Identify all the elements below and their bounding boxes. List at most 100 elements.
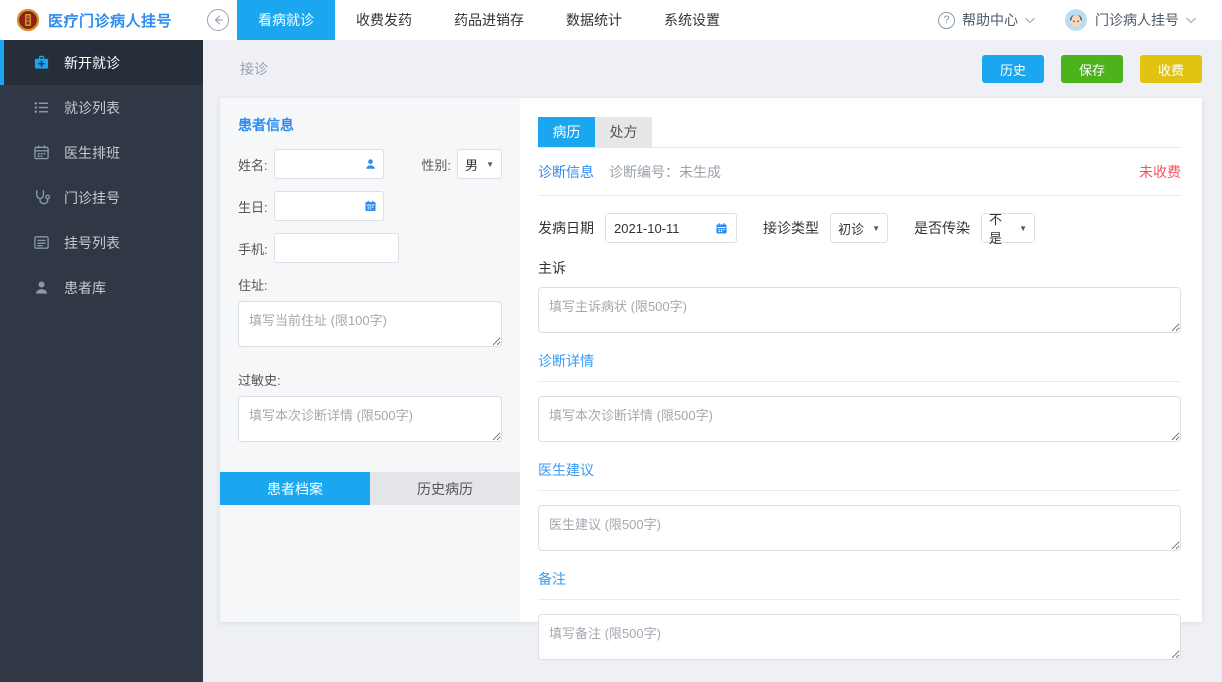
nav-tab-label: 药品进销存 (454, 10, 524, 30)
tab-label: 历史病历 (417, 479, 473, 499)
nav-tab-label: 收费发药 (356, 10, 412, 30)
patient-tabs: 患者档案 历史病历 (220, 472, 520, 505)
tab-label: 患者档案 (267, 479, 323, 499)
sidebar-item-label: 患者库 (64, 278, 106, 298)
sidebar-item-outpatient-register[interactable]: 门诊挂号 (0, 175, 203, 220)
chief-complaint-textarea[interactable] (538, 287, 1181, 333)
sidebar-item-register-list[interactable]: 挂号列表 (0, 220, 203, 265)
birthday-row: 生日: (238, 191, 502, 221)
tab-medical-record[interactable]: 病历 (538, 117, 595, 147)
allergy-textarea[interactable] (238, 396, 502, 442)
remark-label: 备注 (538, 554, 1181, 600)
birthday-label: 生日: (238, 197, 268, 216)
diagnosis-info-row: 诊断信息 诊断编号：未生成 未收费 (538, 148, 1181, 196)
record-controls-row: 发病日期 2021-10-11 接诊类型 初诊 ▼ 是否传染 不是 ▼ (538, 213, 1181, 243)
tab-label: 病历 (553, 122, 581, 142)
record-panel: 病历 处方 诊断信息 诊断编号：未生成 未收费 发病日期 2021-10-11 (520, 98, 1202, 622)
sidebar-item-new-visit[interactable]: 新开就诊 (0, 40, 203, 85)
nav-tab-statistics[interactable]: 数据统计 (545, 0, 643, 40)
onset-date-label: 发病日期 (538, 218, 594, 238)
tab-prescription[interactable]: 处方 (595, 117, 652, 147)
fee-status-badge: 未收费 (1139, 162, 1181, 182)
patient-user-icon (32, 279, 50, 297)
onset-date-picker[interactable]: 2021-10-11 (605, 213, 737, 243)
visit-type-select[interactable]: 初诊 ▼ (830, 213, 888, 243)
gender-select[interactable]: 男 ▼ (457, 149, 502, 179)
user-menu[interactable]: 门诊病人挂号 (1065, 9, 1196, 31)
name-input-wrap (274, 149, 384, 179)
name-label: 姓名: (238, 155, 268, 174)
birthday-input-wrap (274, 191, 384, 221)
main-area: 接诊 历史 保存 收费 患者信息 姓名: (203, 40, 1222, 682)
address-block: 住址: (238, 275, 502, 350)
user-label: 门诊病人挂号 (1095, 10, 1179, 30)
address-label: 住址: (238, 275, 502, 294)
content-card: 患者信息 姓名: 性别: 男 ▼ (220, 98, 1202, 622)
sidebar-item-visit-list[interactable]: 就诊列表 (0, 85, 203, 130)
help-center-menu[interactable]: ? 帮助中心 (938, 10, 1035, 30)
nav-tab-charge-dispense[interactable]: 收费发药 (335, 0, 433, 40)
sidebar-item-label: 挂号列表 (64, 233, 120, 253)
stethoscope-icon (32, 189, 50, 207)
nav-tab-drug-inventory[interactable]: 药品进销存 (433, 0, 545, 40)
infectious-label: 是否传染 (914, 218, 970, 238)
top-nav: 看病就诊 收费发药 药品进销存 数据统计 系统设置 (237, 0, 741, 40)
remark-textarea[interactable] (538, 614, 1181, 660)
caret-down-icon: ▼ (486, 160, 494, 169)
nav-tab-label: 看病就诊 (258, 10, 314, 30)
caret-down-icon: ▼ (1019, 224, 1027, 233)
sidebar-item-doctor-schedule[interactable]: 医生排班 (0, 130, 203, 175)
tab-label: 处方 (610, 122, 638, 142)
visit-type-label: 接诊类型 (763, 218, 819, 238)
help-label: 帮助中心 (962, 10, 1018, 30)
infectious-select[interactable]: 不是 ▼ (981, 213, 1035, 243)
tab-patient-archive[interactable]: 患者档案 (220, 472, 370, 505)
allergy-label: 过敏史: (238, 370, 502, 389)
sidebar-item-label: 新开就诊 (64, 53, 120, 73)
phone-row: 手机: (238, 233, 502, 263)
nav-tab-visit[interactable]: 看病就诊 (237, 0, 335, 40)
patient-panel: 患者信息 姓名: 性别: 男 ▼ (220, 98, 520, 622)
charge-button[interactable]: 收费 (1140, 55, 1202, 83)
diagnosis-detail-label: 诊断详情 (538, 336, 1181, 382)
calendar-icon (715, 222, 728, 235)
chevron-down-icon (1025, 17, 1035, 24)
medical-kit-icon (32, 54, 50, 72)
nav-tab-settings[interactable]: 系统设置 (643, 0, 741, 40)
tab-history-records[interactable]: 历史病历 (370, 472, 520, 505)
patient-info-title: 患者信息 (238, 115, 502, 135)
save-button[interactable]: 保存 (1061, 55, 1123, 83)
user-avatar (1065, 9, 1087, 31)
chief-complaint-label: 主诉 (538, 258, 1181, 278)
gender-value: 男 (465, 155, 478, 174)
sidebar: 新开就诊 就诊列表 医生排班 门诊挂号 挂号列表 患者库 (0, 40, 203, 682)
page-head: 接诊 历史 保存 收费 (203, 40, 1222, 98)
calendar-icon (32, 144, 50, 162)
diagnosis-number: 诊断编号：未生成 (609, 162, 721, 182)
topbar-right: ? 帮助中心 门诊病人挂号 (908, 0, 1222, 40)
back-button[interactable] (207, 9, 229, 31)
phone-input[interactable] (274, 233, 399, 263)
address-textarea[interactable] (238, 301, 502, 347)
sidebar-item-label: 门诊挂号 (64, 188, 120, 208)
allergy-block: 过敏史: (238, 370, 502, 445)
user-icon (364, 158, 377, 171)
diagnosis-info-link[interactable]: 诊断信息 (538, 162, 594, 182)
phone-label: 手机: (238, 239, 268, 258)
diagnosis-detail-textarea[interactable] (538, 396, 1181, 442)
nav-tab-label: 系统设置 (664, 10, 720, 30)
arrow-left-icon (212, 14, 224, 26)
sidebar-item-label: 就诊列表 (64, 98, 120, 118)
help-icon: ? (938, 12, 955, 29)
record-tabs: 病历 处方 (538, 117, 1181, 148)
infectious-value: 不是 (989, 209, 1013, 247)
sidebar-item-patient-library[interactable]: 患者库 (0, 265, 203, 310)
brand: 医疗门诊病人挂号 (0, 0, 203, 40)
nav-tab-label: 数据统计 (566, 10, 622, 30)
doctor-advice-textarea[interactable] (538, 505, 1181, 551)
page-actions: 历史 保存 收费 (982, 55, 1202, 83)
name-gender-row: 姓名: 性别: 男 ▼ (238, 149, 502, 179)
doctor-advice-label: 医生建议 (538, 445, 1181, 491)
visit-type-value: 初诊 (838, 219, 864, 238)
history-button[interactable]: 历史 (982, 55, 1044, 83)
